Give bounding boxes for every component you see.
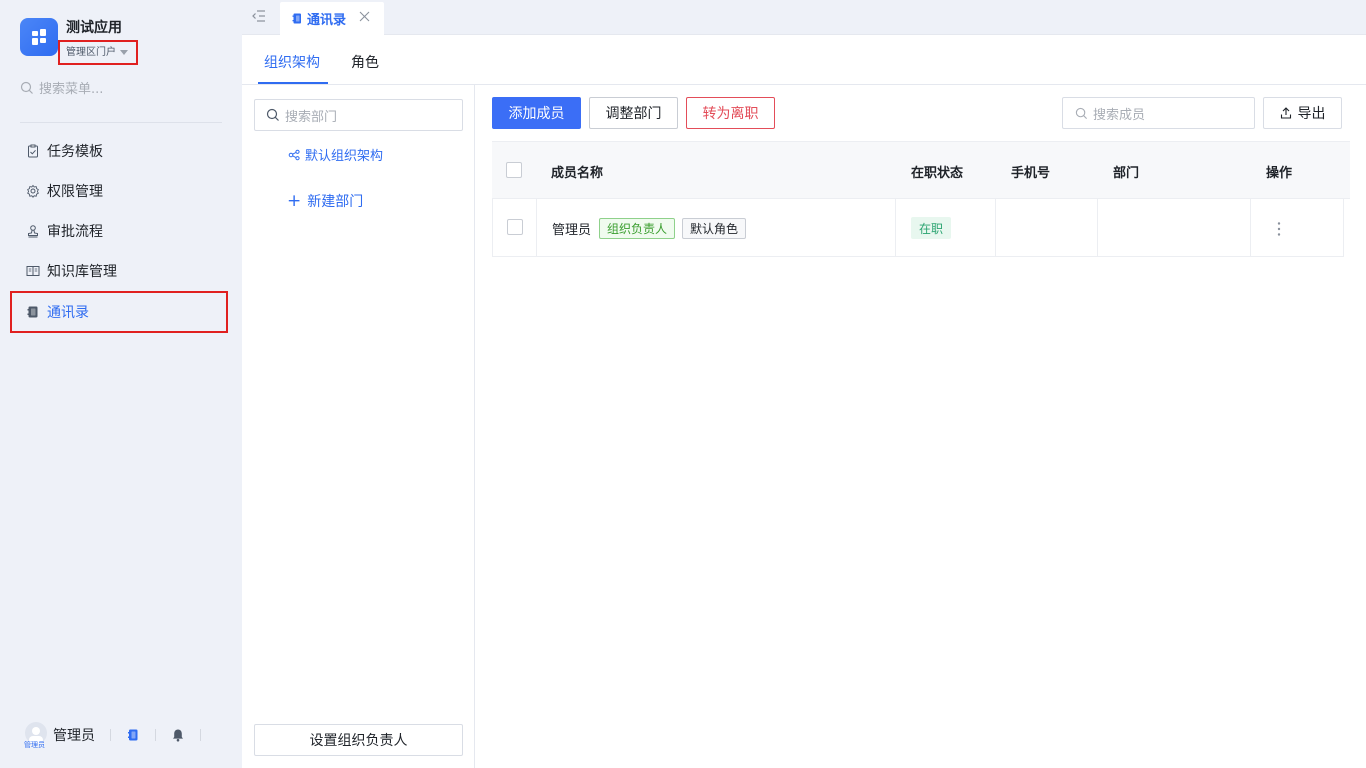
sidebar-item-approval[interactable]: 审批流程 [10,211,228,251]
column-header-phone: 手机号 [1011,166,1051,181]
bell-icon[interactable] [171,728,185,742]
page-tabbar: 通讯录 [242,0,1366,35]
sidebar-item-label: 知识库管理 [47,264,117,280]
dept-tree-root-label: 默认组织架构 [305,149,384,164]
new-department-label: 新建部门 [307,194,364,210]
address-book-icon [292,13,301,24]
search-icon [266,108,279,121]
new-department-button[interactable]: + 新建部门 [287,191,363,211]
avatar[interactable]: 管理员 [24,722,48,749]
tab-roles[interactable]: 角色 [351,52,379,72]
clipboard-check-icon [28,144,38,158]
sidebar-footer: 管理员 管理员 [24,722,224,749]
column-header-status: 在职状态 [911,166,964,181]
current-user-name[interactable]: 管理员 [53,725,95,745]
active-tab-indicator [258,82,328,84]
plus-icon: + [287,191,302,211]
gear-icon [27,184,39,198]
search-icon [20,81,33,94]
menu-search-placeholder: 搜索菜单... [39,82,104,97]
footer-divider [155,729,156,741]
department-panel: 搜索部门 默认组织架构 + 新建部门 设置组织负责人 [242,85,475,768]
members-panel: 添加成员 调整部门 转为离职 搜索成员 导出 成员名称 在职状态 手机号 部门 … [476,85,1366,768]
row-checkbox[interactable] [507,219,523,235]
portal-switcher[interactable]: 管理区门户 [58,40,138,65]
tab-org-structure[interactable]: 组织架构 [264,52,320,72]
collapse-sidebar-icon[interactable] [252,10,266,22]
column-header-department: 部门 [1113,166,1140,181]
upload-icon [1280,107,1291,119]
more-vertical-icon[interactable] [1277,221,1281,237]
table-header: 成员名称 在职状态 手机号 部门 操作 [492,141,1350,199]
member-name: 管理员 [552,223,592,238]
adjust-department-button[interactable]: 调整部门 [589,97,678,129]
sidebar-item-label: 审批流程 [47,224,103,240]
footer-divider [200,729,201,741]
member-search-placeholder: 搜索成员 [1093,107,1146,123]
export-label: 导出 [1297,106,1326,122]
dept-tree-root[interactable]: 默认组织架构 [288,145,383,164]
cell-divider [1097,199,1098,257]
sidebar-item-permissions[interactable]: 权限管理 [10,171,228,211]
stamp-icon [28,225,38,238]
sidebar-item-label: 权限管理 [47,184,103,200]
export-button[interactable]: 导出 [1263,97,1342,129]
sidebar-menu: 任务模板 权限管理 审批流程 知识库管理 通讯录 [10,131,228,333]
sidebar-item-task-templates[interactable]: 任务模板 [10,131,228,171]
org-tree-icon [288,149,300,160]
sidebar-item-knowledge-base[interactable]: 知识库管理 [10,251,228,291]
table-row[interactable]: 管理员 组织负责人 默认角色 在职 [492,199,1344,257]
set-org-leader-button[interactable]: 设置组织负责人 [254,724,463,756]
caret-down-icon [120,49,128,55]
cell-divider [536,199,537,257]
footer-divider [110,729,111,741]
cell-divider [895,199,896,257]
sidebar-item-contacts[interactable]: 通讯录 [10,291,228,333]
open-book-icon [26,266,40,276]
cell-divider [995,199,996,257]
tab-label: 通讯录 [307,13,347,28]
column-header-actions: 操作 [1266,166,1293,181]
app-logo-icon [20,18,58,56]
menu-search-input[interactable]: 搜索菜单... [20,78,103,97]
role-tag: 默认角色 [682,218,747,239]
search-icon [1075,107,1088,119]
cell-divider [1250,199,1251,257]
add-member-button[interactable]: 添加成员 [492,97,581,129]
column-header-name: 成员名称 [551,166,604,181]
members-table: 成员名称 在职状态 手机号 部门 操作 管理员 组织负责人 默认角色 在职 [492,141,1350,257]
portal-label: 管理区门户 [66,47,116,58]
tab-contacts[interactable]: 通讯录 [280,2,384,35]
sidebar-divider [20,122,222,123]
select-all-checkbox[interactable] [506,162,522,178]
close-icon[interactable] [359,11,370,22]
mark-resigned-button[interactable]: 转为离职 [686,97,775,129]
address-book-icon [27,306,38,318]
member-name-cell: 管理员 组织负责人 默认角色 [552,218,747,239]
sidebar: 测试应用 管理区门户 搜索菜单... 任务模板 权限管理 审批流程 知识库管理 … [0,0,242,768]
leader-tag: 组织负责人 [599,218,676,239]
status-badge: 在职 [911,217,952,239]
sidebar-item-label: 通讯录 [47,305,89,321]
avatar-caption: 管理员 [24,741,45,749]
sidebar-item-label: 任务模板 [47,144,103,160]
department-search-input[interactable]: 搜索部门 [254,99,463,131]
app-header: 测试应用 管理区门户 [20,18,138,65]
section-tabs: 组织架构 角色 [242,35,1366,85]
department-search-placeholder: 搜索部门 [285,109,338,125]
app-name: 测试应用 [66,20,122,36]
address-book-icon[interactable] [126,728,140,742]
member-search-input[interactable]: 搜索成员 [1062,97,1255,129]
